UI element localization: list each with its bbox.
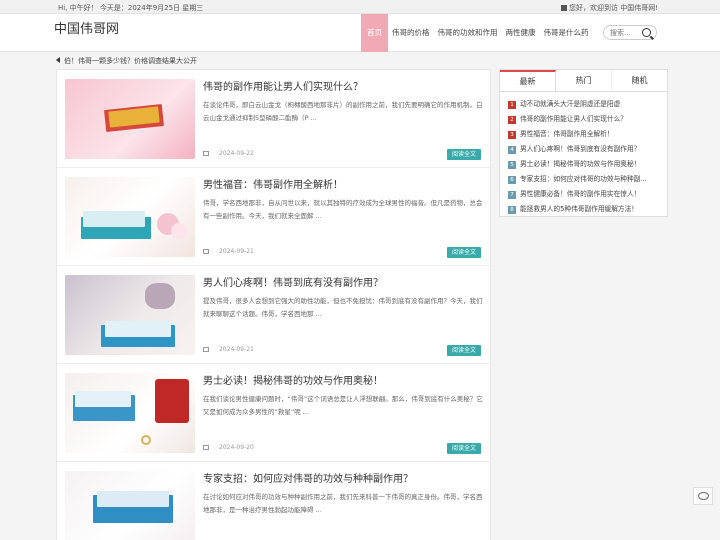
list-item[interactable]: 8 能拯救男人的5种伟哥副作用缓解方法！ bbox=[508, 202, 658, 217]
list-item-text[interactable]: 伟哥的副作用能让男人们实现什么？ bbox=[520, 115, 627, 123]
post-title[interactable]: 男人们心疼啊！伟哥到底有没有副作用？ bbox=[203, 274, 483, 289]
post-item: 伟哥的副作用能让男人们实现什么？ 在谈论伟哥，即白云山金戈（枸橼酸西地那非片）的… bbox=[57, 70, 492, 168]
post-excerpt: 伟哥，学名西地那非，自从问世以来，就以其独特的疗效成为全球男性的福音。但凡是药物… bbox=[203, 199, 483, 220]
list-item[interactable]: 5 男士必读！揭秘伟哥的功效与作用奥秘！ bbox=[508, 157, 658, 172]
rank-badge: 6 bbox=[508, 176, 516, 184]
rank-badge: 7 bbox=[508, 191, 516, 199]
post-excerpt: 在讨论如何应对伟哥的功效与种种副作用之前，我们先来科普一下伟哥的真正身份。伟哥，… bbox=[203, 493, 483, 514]
post-title[interactable]: 伟哥的副作用能让男人们实现什么？ bbox=[203, 78, 483, 93]
nav-price[interactable]: 伟哥的价格 bbox=[388, 14, 434, 52]
post-date: 2024-09-21 bbox=[203, 346, 254, 353]
list-item[interactable]: 3 男性福音：伟哥副作用全解析！ bbox=[508, 127, 658, 142]
date-greeting: Hi, 中午好！ 今天是：2024年9月25日 星期三 bbox=[58, 4, 204, 12]
speaker-icon bbox=[56, 57, 60, 63]
post-title[interactable]: 男士必读！揭秘伟哥的功效与作用奥秘！ bbox=[203, 372, 483, 387]
home-icon bbox=[560, 5, 567, 11]
medicine-box-couple-image[interactable] bbox=[65, 275, 195, 355]
welcome-text: 您好，欢迎到访 中国伟哥网! bbox=[568, 4, 658, 12]
sidebar-tabs: 最新 热门 随机 bbox=[500, 70, 667, 92]
rank-badge: 3 bbox=[508, 131, 516, 139]
tab-random[interactable]: 随机 bbox=[612, 70, 667, 91]
list-item-text[interactable]: 动不动就满头大汗是阴虚还是阳虚 bbox=[520, 100, 620, 108]
rank-badge: 2 bbox=[508, 116, 516, 124]
post-item: 男士必读！揭秘伟哥的功效与作用奥秘！ 在我们谈论男性健康问题时，“伟哥”这个词语… bbox=[57, 364, 492, 462]
read-more-button[interactable]: 阅读全文 bbox=[447, 247, 481, 258]
medicine-box-red-image[interactable] bbox=[65, 79, 195, 159]
list-item-text[interactable]: 男人们心疼啊！伟哥到底有没有副作用？ bbox=[520, 145, 640, 153]
post-list: 伟哥的副作用能让男人们实现什么？ 在谈论伟哥，即白云山金戈（枸橼酸西地那非片）的… bbox=[56, 69, 492, 540]
calendar-icon bbox=[203, 445, 209, 450]
medicine-box-rings-image[interactable] bbox=[65, 373, 195, 453]
calendar-icon bbox=[203, 347, 209, 352]
announcement-bar: 伯！伟哥一颗多少钱？价格调查结果大公开 bbox=[56, 56, 197, 66]
list-item[interactable]: 4 男人们心疼啊！伟哥到底有没有副作用？ bbox=[508, 142, 658, 157]
sidebar-widget: 最新 热门 随机 1 动不动就满头大汗是阴虚还是阳虚 2 伟哥的副作用能让男人们实现… bbox=[499, 69, 668, 217]
read-more-button[interactable]: 阅读全文 bbox=[447, 149, 481, 160]
list-item[interactable]: 2 伟哥的副作用能让男人们实现什么？ bbox=[508, 112, 658, 127]
list-item-text[interactable]: 专家支招：如何应对伟哥的功效与种种副... bbox=[520, 175, 647, 183]
list-item-text[interactable]: 男士必读！揭秘伟哥的功效与作用奥秘！ bbox=[520, 160, 640, 168]
post-date-text: 2024-09-22 bbox=[219, 150, 254, 157]
read-more-button[interactable]: 阅读全文 bbox=[447, 443, 481, 454]
medicine-box-blue-image[interactable] bbox=[65, 471, 195, 540]
post-excerpt: 在谈论伟哥，即白云山金戈（枸橼酸西地那非片）的副作用之前，我们先要明确它的作用机… bbox=[203, 101, 483, 122]
list-item[interactable]: 6 专家支招：如何应对伟哥的功效与种种副... bbox=[508, 172, 658, 187]
wechat-float-button[interactable] bbox=[693, 487, 713, 505]
post-item: 男人们心疼啊！伟哥到底有没有副作用？ 提及伟哥，很多人会想到它强大的助性功能，但… bbox=[57, 266, 492, 364]
list-item-text[interactable]: 能拯救男人的5种伟哥副作用缓解方法！ bbox=[520, 205, 638, 213]
site-logo[interactable]: 中国伟哥网 bbox=[54, 18, 119, 37]
list-item-text[interactable]: 男性健康必备！伟哥的副作用实在惊人！ bbox=[520, 190, 640, 198]
medicine-box-flowers-image[interactable] bbox=[65, 177, 195, 257]
post-item: 专家支招：如何应对伟哥的功效与种种副作用？ 在讨论如何应对伟哥的功效与种种副作用… bbox=[57, 462, 492, 540]
site-header: 中国伟哥网 首页 伟哥的价格 伟哥的功效和作用 两性健康 伟哥是什么药 bbox=[0, 14, 720, 52]
post-title[interactable]: 男性福音：伟哥副作用全解析！ bbox=[203, 176, 483, 191]
calendar-icon bbox=[203, 249, 209, 254]
calendar-icon bbox=[203, 151, 209, 156]
post-excerpt: 提及伟哥，很多人会想到它强大的助性功能，但也不免担忧：伟哥到底有没有副作用？今天… bbox=[203, 297, 483, 318]
read-more-button[interactable]: 阅读全文 bbox=[447, 345, 481, 356]
welcome-message: 您好，欢迎到访 中国伟哥网! bbox=[560, 3, 658, 13]
announcement-text[interactable]: 伯！伟哥一颗多少钱？价格调查结果大公开 bbox=[64, 57, 197, 65]
rank-badge: 1 bbox=[508, 101, 516, 109]
list-item[interactable]: 1 动不动就满头大汗是阴虚还是阳虚 bbox=[508, 97, 658, 112]
post-date-text: 2024-09-21 bbox=[219, 248, 254, 255]
search-icon[interactable] bbox=[642, 28, 651, 37]
nav-effects[interactable]: 伟哥的功效和作用 bbox=[434, 14, 502, 52]
nav-what-is[interactable]: 伟哥是什么药 bbox=[540, 14, 593, 52]
post-date: 2024-09-21 bbox=[203, 248, 254, 255]
rank-badge: 5 bbox=[508, 161, 516, 169]
list-item-text[interactable]: 男性福音：伟哥副作用全解析！ bbox=[520, 130, 614, 138]
rank-badge: 8 bbox=[508, 206, 516, 214]
search-input[interactable] bbox=[610, 28, 640, 38]
post-date-text: 2024-09-20 bbox=[219, 444, 254, 451]
post-date: 2024-09-20 bbox=[203, 444, 254, 451]
nav-home[interactable]: 首页 bbox=[361, 14, 388, 52]
sidebar-list: 1 动不动就满头大汗是阴虚还是阳虚 2 伟哥的副作用能让男人们实现什么？ 3 男性福音… bbox=[500, 92, 667, 217]
search-box bbox=[603, 25, 657, 40]
tab-latest[interactable]: 最新 bbox=[500, 70, 556, 91]
rank-badge: 4 bbox=[508, 146, 516, 154]
top-info-bar: Hi, 中午好！ 今天是：2024年9月25日 星期三 您好，欢迎到访 中国伟哥… bbox=[0, 0, 720, 14]
nav-sexual-health[interactable]: 两性健康 bbox=[502, 14, 540, 52]
tab-popular[interactable]: 热门 bbox=[556, 70, 612, 91]
post-date: 2024-09-22 bbox=[203, 150, 254, 157]
wechat-icon bbox=[698, 492, 709, 500]
main-nav: 首页 伟哥的价格 伟哥的功效和作用 两性健康 伟哥是什么药 bbox=[361, 14, 593, 52]
post-item: 男性福音：伟哥副作用全解析！ 伟哥，学名西地那非，自从问世以来，就以其独特的疗效… bbox=[57, 168, 492, 266]
post-excerpt: 在我们谈论男性健康问题时，“伟哥”这个词语总是让人浮想联翩。那么，伟哥到底有什么… bbox=[203, 395, 483, 416]
post-date-text: 2024-09-21 bbox=[219, 346, 254, 353]
list-item[interactable]: 7 男性健康必备！伟哥的副作用实在惊人！ bbox=[508, 187, 658, 202]
post-title[interactable]: 专家支招：如何应对伟哥的功效与种种副作用？ bbox=[203, 470, 483, 485]
